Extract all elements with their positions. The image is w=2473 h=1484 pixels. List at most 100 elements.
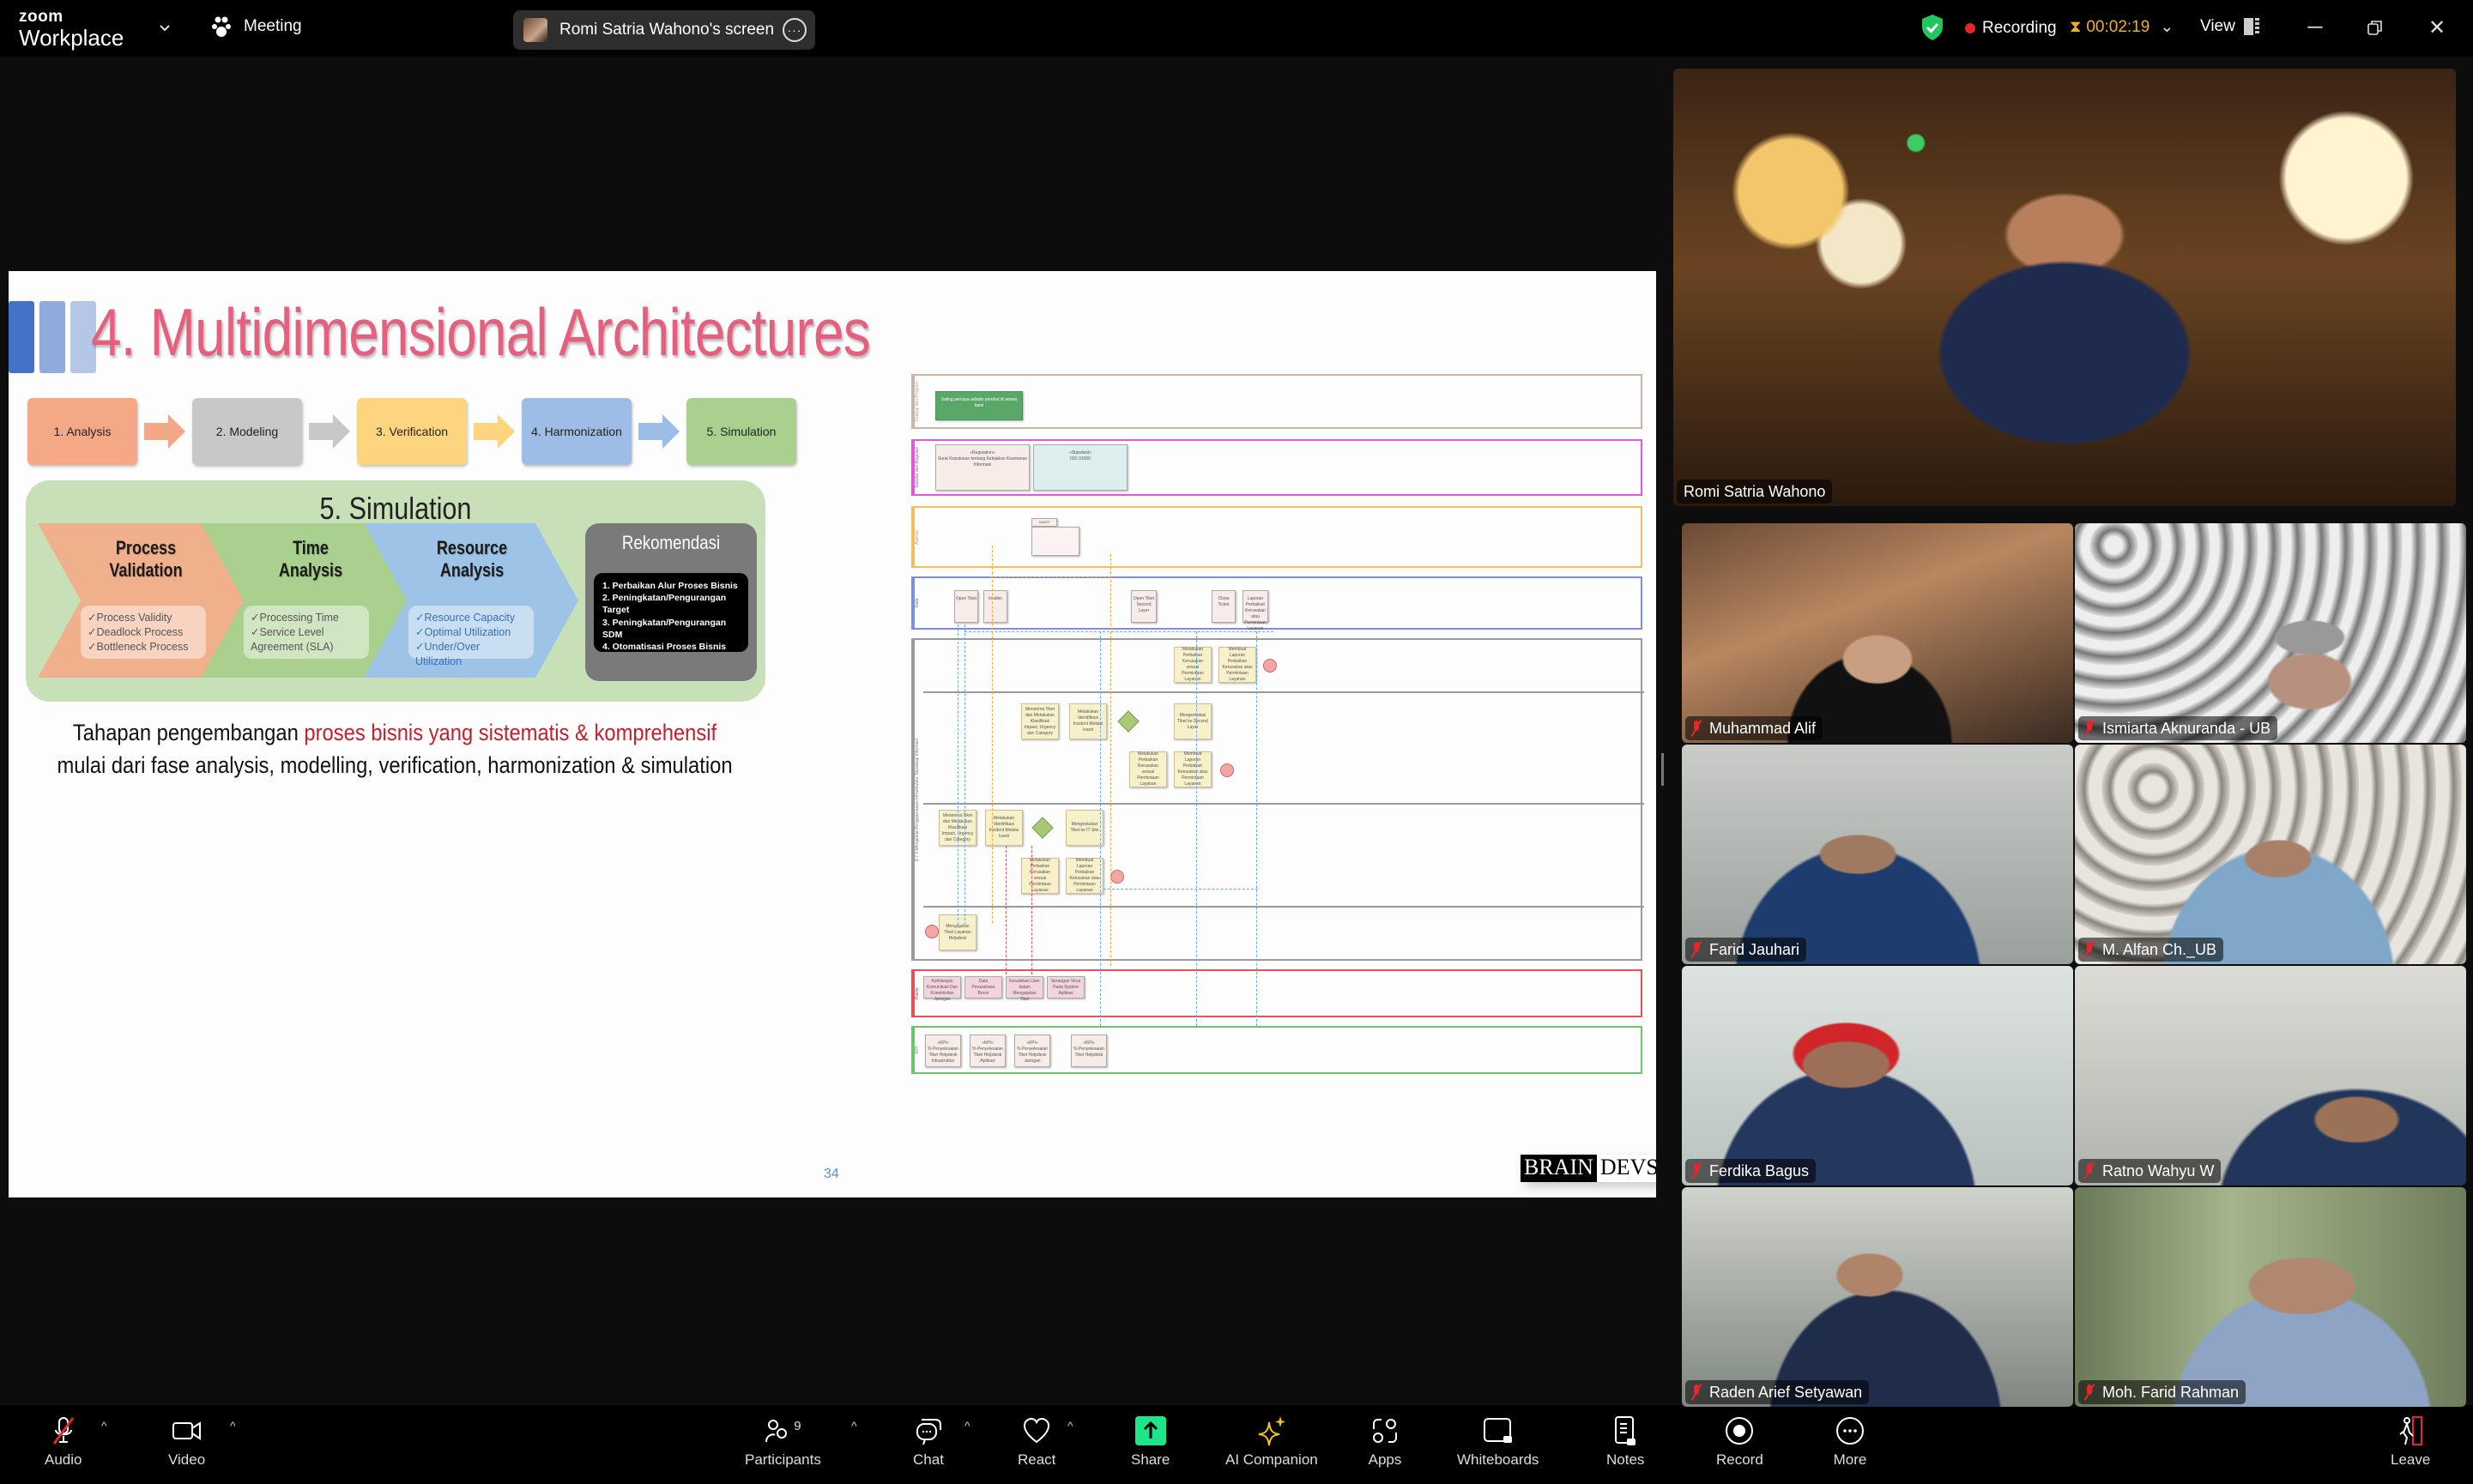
leave-button[interactable]: Leave [2391, 1415, 2430, 1469]
mic-muted-icon [1690, 1162, 1702, 1179]
data-box: Laporan Perbaikan Kerusakan atau Permint… [1243, 590, 1268, 631]
bpmn-task: Membuat Laporan Perbaikan Kerusakan atau… [1066, 858, 1103, 894]
participant-tile[interactable]: Ismiarta Aknuranda - UB [2075, 523, 2466, 743]
mic-muted-icon [2083, 1162, 2095, 1179]
participant-name-tag: Moh. Farid Rahman [2078, 1380, 2246, 1404]
bpmn-task: Melakukan Perbaikan Kerusakan sesuai Per… [1129, 751, 1167, 787]
participants-options-caret[interactable]: ^ [851, 1419, 857, 1433]
apps-button[interactable]: Apps [1368, 1415, 1402, 1469]
participant-name-tag: Raden Arief Setyawan [1685, 1380, 1870, 1404]
react-options-caret[interactable]: ^ [1067, 1419, 1073, 1433]
whiteboards-button[interactable]: Whiteboards [1457, 1415, 1539, 1469]
recording-label: Recording [1982, 19, 2057, 37]
accent-bar [9, 301, 34, 373]
more-button[interactable]: More [1833, 1415, 1867, 1469]
audio-options-caret[interactable]: ^ [101, 1419, 107, 1433]
view-layout-icon [2243, 18, 2259, 35]
stage-title: Resource Analysis [436, 537, 508, 582]
lane-application: Aplikasi [911, 506, 1642, 568]
participants-button[interactable]: 9 Participants [745, 1415, 821, 1469]
mic-muted-icon [2083, 941, 2095, 958]
audio-button[interactable]: Audio [45, 1415, 82, 1469]
participant-tile[interactable]: Ratno Wahyu W [2075, 966, 2466, 1185]
restore-icon [2367, 21, 2382, 35]
kpi-box: «KPI»% Penyelesaian Tiket Helpdesk Jarin… [1014, 1035, 1050, 1067]
bpmn-task: Menerima Tiket dan Melakukan Klasifikasi… [1021, 703, 1059, 739]
screen-share-indicator[interactable]: Romi Satria Wahono's screen ··· [513, 10, 815, 50]
arrow-right-icon [144, 414, 185, 449]
participant-name-tag: Ferdika Bagus [1685, 1159, 1817, 1183]
chat-button[interactable]: Chat [911, 1415, 946, 1469]
more-options-icon[interactable]: ··· [783, 18, 807, 42]
view-button[interactable]: View [2200, 17, 2259, 36]
simulation-panel: 5. Simulation Process Validation Time Anal… [26, 480, 765, 702]
restore-button[interactable] [2360, 12, 2391, 43]
arrow-right-icon [309, 414, 350, 449]
meeting-timer[interactable]: ⧗ 00:02:19 ⌄ [2070, 17, 2174, 37]
close-button[interactable]: ✕ [2422, 12, 2452, 43]
microphone-muted-icon [52, 1417, 74, 1445]
app-box [1031, 527, 1079, 556]
phase-verification: 3. Verification [357, 398, 467, 465]
video-options-caret[interactable]: ^ [230, 1419, 236, 1433]
risk-box: Kesalahan User dalam Mengajukan Tiket [1006, 976, 1043, 1002]
meeting-menu[interactable]: Meeting [211, 15, 302, 38]
minimize-button[interactable]: ─ [2300, 12, 2331, 43]
participant-tile[interactable]: M. Alfan Ch._UB [2075, 745, 2466, 964]
chat-options-caret[interactable]: ^ [964, 1419, 970, 1433]
lane-process: 8.7.4 Mengelola Pengoperasian Infrastruk… [911, 638, 1642, 961]
presentation-slide: 4. Multidimensional Architectures 1. Ana… [9, 271, 1656, 1197]
hourglass-icon: ⧗ [2070, 17, 2082, 36]
participant-tile[interactable]: Moh. Farid Rahman [2075, 1187, 2466, 1407]
share-screen-icon [1134, 1416, 1166, 1445]
kpi-box: «KPI»% Penyelesaian Tiket Helpdesk Aplik… [970, 1035, 1006, 1067]
risk-box: Kehilangan Komunikasi Dan Konektivitas J… [923, 976, 961, 1002]
kpi-box: «KPI»% Penyelesaian Tiket Helpdesk [1071, 1035, 1107, 1067]
risk-box: Serangan Virus Pada System Aplikasi [1047, 976, 1085, 998]
encryption-shield-icon[interactable] [1920, 14, 1944, 41]
chat-icon [916, 1419, 941, 1445]
participant-tile[interactable]: Farid Jauhari [1682, 745, 2073, 964]
ai-companion-button[interactable]: AI Companion [1225, 1415, 1318, 1469]
simulation-title: 5. Simulation [319, 491, 472, 526]
standard-box: «Standard» ISO 31000 [1033, 444, 1128, 491]
phase-modeling: 2. Modeling [192, 398, 302, 465]
participant-tile[interactable]: Ferdika Bagus [1682, 966, 2073, 1185]
share-button[interactable]: Share [1131, 1415, 1170, 1469]
view-label: View [2200, 17, 2235, 35]
leave-door-icon [2399, 1416, 2423, 1445]
chevron-down-icon: ⌄ [2160, 18, 2174, 36]
zoom-workplace-logo: zoom Workplace [19, 8, 124, 51]
mic-muted-icon [2083, 720, 2095, 737]
more-icon [1836, 1417, 1864, 1445]
braindevs-logo: BRAIN DEVS [1521, 1155, 1656, 1182]
recording-indicator[interactable]: Recording [1965, 19, 2057, 38]
screen-share-label: Romi Satria Wahono's screen [559, 21, 775, 39]
title-accent-bars [9, 301, 96, 373]
record-button[interactable]: Record [1716, 1415, 1763, 1469]
participant-name-tag: Ratno Wahyu W [2078, 1159, 2222, 1183]
arrow-right-icon [474, 414, 515, 449]
participant-tile[interactable]: Muhammad Alif [1682, 523, 2073, 743]
strategy-box: Saling percaya adalah perekat di antara … [935, 391, 1023, 420]
participant-name-tag: Ismiarta Aknuranda - UB [2078, 716, 2278, 740]
data-box: Open Tiket Second Layer [1131, 590, 1157, 623]
participants-count: 9 [794, 1419, 801, 1433]
speaker-video-tile[interactable]: Romi Satria Wahono [1673, 69, 2456, 506]
participant-name-tag: Farid Jauhari [1685, 938, 1807, 962]
phase-simulation: 5. Simulation [686, 398, 796, 465]
title-bar: zoom Workplace Meeting Romi Satria Wahon… [0, 0, 2473, 57]
chevron-down-icon[interactable] [156, 19, 173, 36]
participant-name-tag: Romi Satria Wahono [1677, 480, 1833, 504]
stage-title: Process Validation [109, 537, 183, 582]
react-button[interactable]: React [1018, 1415, 1055, 1469]
slide-page-number: 34 [824, 1167, 839, 1181]
bpmn-task: Melakukan Identifikasi Incident Melalui … [985, 810, 1023, 846]
notes-button[interactable]: Notes [1606, 1415, 1644, 1469]
participant-tile[interactable]: Raden Arief Setyawan [1682, 1187, 2073, 1407]
data-box: Open Tiket [954, 590, 978, 623]
participants-icon [765, 1420, 788, 1443]
record-icon [1726, 1417, 1754, 1445]
stage-checklist: Resource CapacityOptimal UtilizationUnde… [408, 606, 534, 667]
video-button[interactable]: Video [168, 1415, 205, 1469]
